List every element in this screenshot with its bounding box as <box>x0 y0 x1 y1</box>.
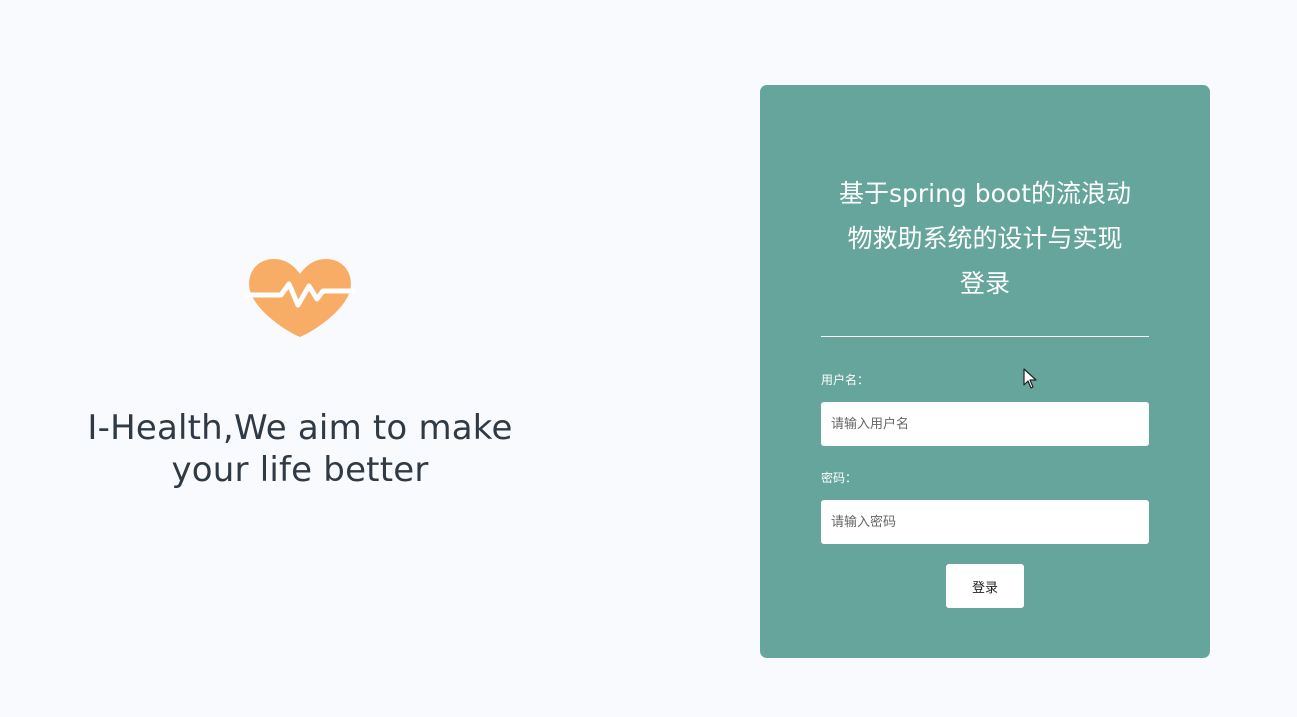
login-title-line-3: 登录 <box>959 269 1010 298</box>
login-panel: 基于spring boot的流浪动 物救助系统的设计与实现 登录 用户名： 密码… <box>760 85 1210 658</box>
login-title-line-2: 物救助系统的设计与实现 <box>847 224 1123 253</box>
brand-section: I-Health,We aim to make your life better <box>30 255 570 491</box>
slogan-line-1: I-Health,We aim to make <box>87 408 513 448</box>
slogan-line-2: your life better <box>171 450 429 490</box>
heart-pulse-icon <box>245 259 355 337</box>
username-input[interactable] <box>821 402 1149 446</box>
login-title-line-1: 基于spring boot的流浪动 <box>838 179 1132 208</box>
login-title: 基于spring boot的流浪动 物救助系统的设计与实现 登录 <box>820 171 1150 306</box>
password-input[interactable] <box>821 500 1149 544</box>
login-button[interactable]: 登录 <box>946 564 1024 608</box>
slogan: I-Health,We aim to make your life better <box>30 407 570 491</box>
password-label: 密码： <box>821 471 858 485</box>
username-label: 用户名： <box>821 373 870 387</box>
title-divider <box>821 336 1149 337</box>
mouse-cursor-icon <box>1023 368 1037 389</box>
